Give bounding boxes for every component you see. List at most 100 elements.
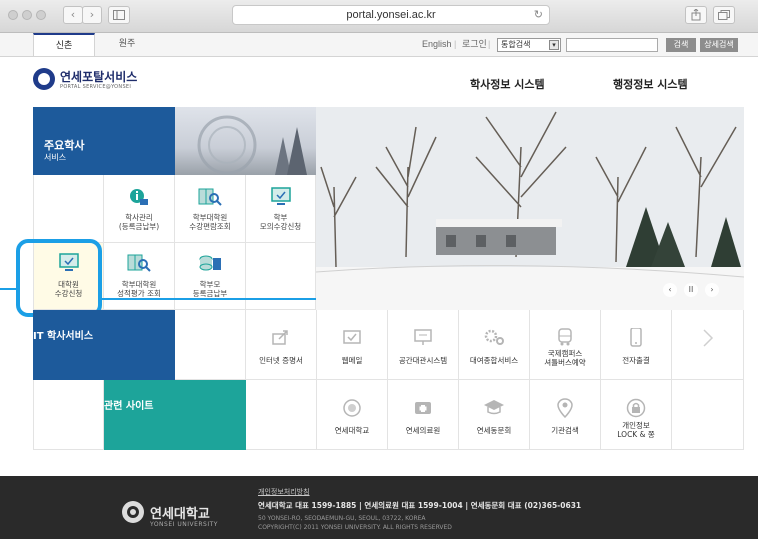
svc-label: 인터넷 증명서 xyxy=(259,356,303,365)
reload-icon[interactable]: ↻ xyxy=(534,6,543,24)
svc-label: 국제캠퍼스 셔틀버스예약 xyxy=(544,349,586,367)
campus-seal-image xyxy=(175,107,316,175)
footer-phones: 연세대학교 대표 1599-1885 | 연세의료원 대표 1599-1004 … xyxy=(258,501,582,510)
browser-toolbar: ‹ › portal.yonsei.ac.kr ↻ xyxy=(0,0,758,33)
search-scope-select[interactable]: 통합검색 ▾ xyxy=(497,38,561,52)
svc-space-rental[interactable]: 공간대관시스템 xyxy=(388,310,459,380)
svc-webmail[interactable]: 웹메일 xyxy=(317,310,388,380)
forward-button[interactable]: › xyxy=(82,6,102,24)
rel-privacy-lock[interactable]: 개인정보 LOCK & 쫑 xyxy=(601,380,672,450)
svc-label: 전자출결 xyxy=(622,356,650,365)
campus-photo-carousel xyxy=(316,107,744,310)
book-search-icon xyxy=(198,188,222,206)
related-sites-banner: 관련 사이트 xyxy=(104,380,246,450)
tile-parent-tuition[interactable]: 학부모 등록금납부 xyxy=(175,243,246,310)
footer-logo-subtitle: YONSEI UNIVERSITY xyxy=(150,521,218,528)
svc-empty xyxy=(175,310,246,380)
emblem-icon xyxy=(343,399,361,417)
select-value: 통합검색 xyxy=(501,40,531,49)
tile-mock-registration[interactable]: 학부 모의수강신청 xyxy=(246,175,316,243)
footer: 연세대학교 YONSEI UNIVERSITY 개인정보처리방침 연세대학교 대… xyxy=(0,476,758,539)
footer-address: 50 YONSEI-RO, SEODAEMUN-GU, SEOUL, 03722… xyxy=(258,515,426,522)
carousel-prev-button[interactable]: ‹ xyxy=(663,283,677,297)
logo-subtitle: PORTAL SERVICE@YONSEI xyxy=(60,84,132,90)
rel-label: 연세동문회 xyxy=(476,426,512,435)
graduation-cap-icon xyxy=(484,400,504,415)
tab-wonju[interactable]: 원주 xyxy=(96,33,158,56)
academic-services-title: 주요학사 xyxy=(44,139,85,152)
coins-icon xyxy=(199,255,221,271)
rel-label: 연세의료원 xyxy=(405,426,441,435)
monitor-icon xyxy=(270,187,291,205)
rel-label: 기관검색 xyxy=(551,426,579,435)
logo-title: 연세포탈서비스 xyxy=(60,70,138,84)
window-zoom-button[interactable] xyxy=(36,10,46,20)
rel-empty xyxy=(246,380,317,450)
svc-label: 웹메일 xyxy=(341,356,363,365)
divider: | xyxy=(454,39,457,49)
rel-yonsei-medical[interactable]: 연세의료원 xyxy=(388,380,459,450)
tab-sinchon[interactable]: 신촌 xyxy=(33,33,95,56)
svc-label: 대여종합서비스 xyxy=(469,356,519,365)
search-input[interactable] xyxy=(566,38,658,52)
tile-label: 학부대학원 성적평가 조회 xyxy=(117,280,161,298)
it-services-title: IT 학사서비스 xyxy=(33,331,94,342)
tile-course-catalog[interactable]: 학부대학원 수강편람조회 xyxy=(175,175,246,243)
tile-academic-management[interactable]: 학사관리 (등록금납부) xyxy=(104,175,175,243)
rel-institution-search[interactable]: 기관검색 xyxy=(530,380,601,450)
footer-logo-title: 연세대학교 xyxy=(150,507,210,522)
back-button[interactable]: ‹ xyxy=(63,6,83,24)
nav-admin-system[interactable]: 행정정보 시스템 xyxy=(613,76,688,92)
chevron-down-icon: ▾ xyxy=(549,40,559,50)
lock-icon xyxy=(626,398,646,418)
nav-academic-system[interactable]: 학사정보 시스템 xyxy=(470,76,545,92)
divider: | xyxy=(488,39,491,49)
window-close-button[interactable] xyxy=(8,10,18,20)
carousel-pause-button[interactable]: II xyxy=(684,283,698,297)
english-link[interactable]: English xyxy=(422,33,452,56)
medical-kit-icon xyxy=(415,402,431,414)
url-text: portal.yonsei.ac.kr xyxy=(346,9,436,21)
tile-empty xyxy=(33,175,104,243)
tile-label: 학부대학원 수강편람조회 xyxy=(189,213,231,231)
carousel-next-button[interactable]: › xyxy=(705,283,719,297)
advanced-search-button[interactable]: 상세검색 xyxy=(700,38,738,52)
related-sites-title: 관련 사이트 xyxy=(104,401,154,412)
location-pin-icon xyxy=(557,398,573,418)
login-link[interactable]: 로그인 xyxy=(462,33,487,56)
privacy-policy-link[interactable]: 개인정보처리방침 xyxy=(258,487,310,497)
yonsei-emblem-icon xyxy=(122,501,144,523)
svc-label: 공간대관시스템 xyxy=(398,356,448,365)
window-minimize-button[interactable] xyxy=(22,10,32,20)
book-search-icon xyxy=(127,254,151,272)
mail-icon xyxy=(343,330,361,344)
tile-label: 학부모 등록금납부 xyxy=(192,280,228,298)
svc-electronic-attendance[interactable]: 전자출결 xyxy=(601,310,672,380)
academic-services-subtitle: 서비스 xyxy=(44,153,67,162)
rel-label: 연세대학교 xyxy=(334,426,370,435)
tabs-icon[interactable] xyxy=(713,6,735,24)
presentation-icon xyxy=(414,329,432,345)
phone-icon xyxy=(630,328,642,347)
tile-grade-evaluation[interactable]: 학부대학원 성적평가 조회 xyxy=(104,243,175,310)
rel-empty xyxy=(672,380,744,450)
yonsei-emblem-icon xyxy=(33,68,55,90)
sidebar-icon[interactable] xyxy=(108,6,130,24)
search-button[interactable]: 검색 xyxy=(666,38,696,52)
svc-rental-service[interactable]: 대여종합서비스 xyxy=(459,310,530,380)
rel-empty xyxy=(33,380,104,450)
svc-shuttle-bus[interactable]: 국제캠퍼스 셔틀버스예약 xyxy=(530,310,601,380)
rel-label: 개인정보 LOCK & 쫑 xyxy=(617,421,655,439)
tile-label: 학부 모의수강신청 xyxy=(259,213,302,231)
address-bar[interactable]: portal.yonsei.ac.kr ↻ xyxy=(232,5,550,25)
share-icon xyxy=(272,330,288,345)
svc-next-button[interactable] xyxy=(672,310,744,380)
rel-yonsei-university[interactable]: 연세대학교 xyxy=(317,380,388,450)
share-icon[interactable] xyxy=(685,6,707,24)
tile-label: 학사관리 (등록금납부) xyxy=(118,213,160,231)
rel-alumni[interactable]: 연세동문회 xyxy=(459,380,530,450)
academic-services-banner: 주요학사 서비스 xyxy=(33,107,175,175)
chevron-right-icon xyxy=(702,329,713,347)
svc-internet-certificate[interactable]: 인터넷 증명서 xyxy=(246,310,317,380)
it-services-banner: IT 학사서비스 xyxy=(33,310,175,380)
